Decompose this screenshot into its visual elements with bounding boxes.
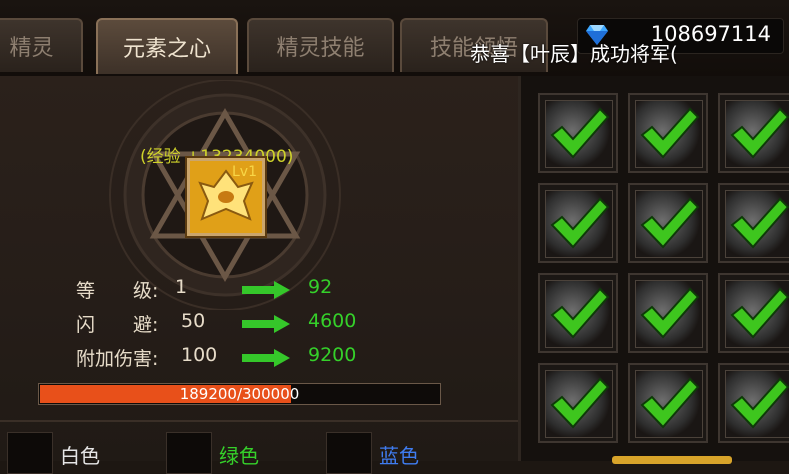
element-slot[interactable] [628,183,708,263]
checkmark-icon [730,287,789,339]
quality-label-white: 白色 [60,444,100,468]
stat-next-dodge: 4600 [308,310,357,332]
checkmark-icon [550,287,610,339]
arrow-right-icon [242,281,290,299]
exp-progress-bar: 189200/300000 [38,383,441,405]
checkmark-icon [550,107,610,159]
element-slot[interactable] [718,93,789,173]
checkmark-icon [640,377,700,429]
stat-next-bonus-damage: 9200 [308,344,357,366]
quality-label-blue: 蓝色 [379,444,419,468]
quality-slot-blue[interactable] [326,432,372,474]
top-bar: 精灵 元素之心 精灵技能 技能领悟 108697114 恭喜【叶辰】成功将军( [0,0,789,76]
element-slot[interactable] [538,363,618,443]
confirm-button[interactable] [612,456,732,464]
stat-label-bonus-damage: 附加伤害: [76,348,159,370]
arrow-right-icon [242,349,290,367]
element-slot[interactable] [538,93,618,173]
element-slot[interactable] [718,363,789,443]
element-slot[interactable] [538,273,618,353]
quality-slot-green[interactable] [166,432,212,474]
tab-spirit[interactable]: 精灵 [0,18,83,72]
stat-label-dodge: 闪 避: [76,314,159,336]
checkmark-icon [640,107,700,159]
element-slot[interactable] [628,363,708,443]
checkmark-icon [730,197,789,249]
element-slot[interactable] [718,273,789,353]
quality-slot-white[interactable] [7,432,53,474]
stat-label-level: 等 级: [76,280,159,302]
stat-value-dodge: 50 [181,310,206,332]
element-slot[interactable] [538,183,618,263]
tab-spirit-skills[interactable]: 精灵技能 [247,18,394,72]
level-badge: Lv1 [232,164,257,180]
quality-label-green: 绿色 [219,444,259,468]
checkmark-icon [730,377,789,429]
tab-element-heart[interactable]: 元素之心 [96,18,238,74]
checkmark-icon [550,377,610,429]
stat-value-bonus-damage: 100 [181,344,218,366]
arrow-right-icon [242,315,290,333]
element-slot[interactable] [718,183,789,263]
checkmark-icon [550,197,610,249]
stat-next-level: 92 [308,276,333,298]
checkmark-icon [640,287,700,339]
checkmark-icon [640,197,700,249]
element-slot[interactable] [628,93,708,173]
section-divider [0,420,518,422]
element-slot[interactable] [628,273,708,353]
broadcast-notice: 恭喜【叶辰】成功将军( [470,42,678,66]
checkmark-icon [730,107,789,159]
exp-progress-text: 189200/300000 [179,385,300,403]
stat-value-level: 1 [175,276,188,298]
